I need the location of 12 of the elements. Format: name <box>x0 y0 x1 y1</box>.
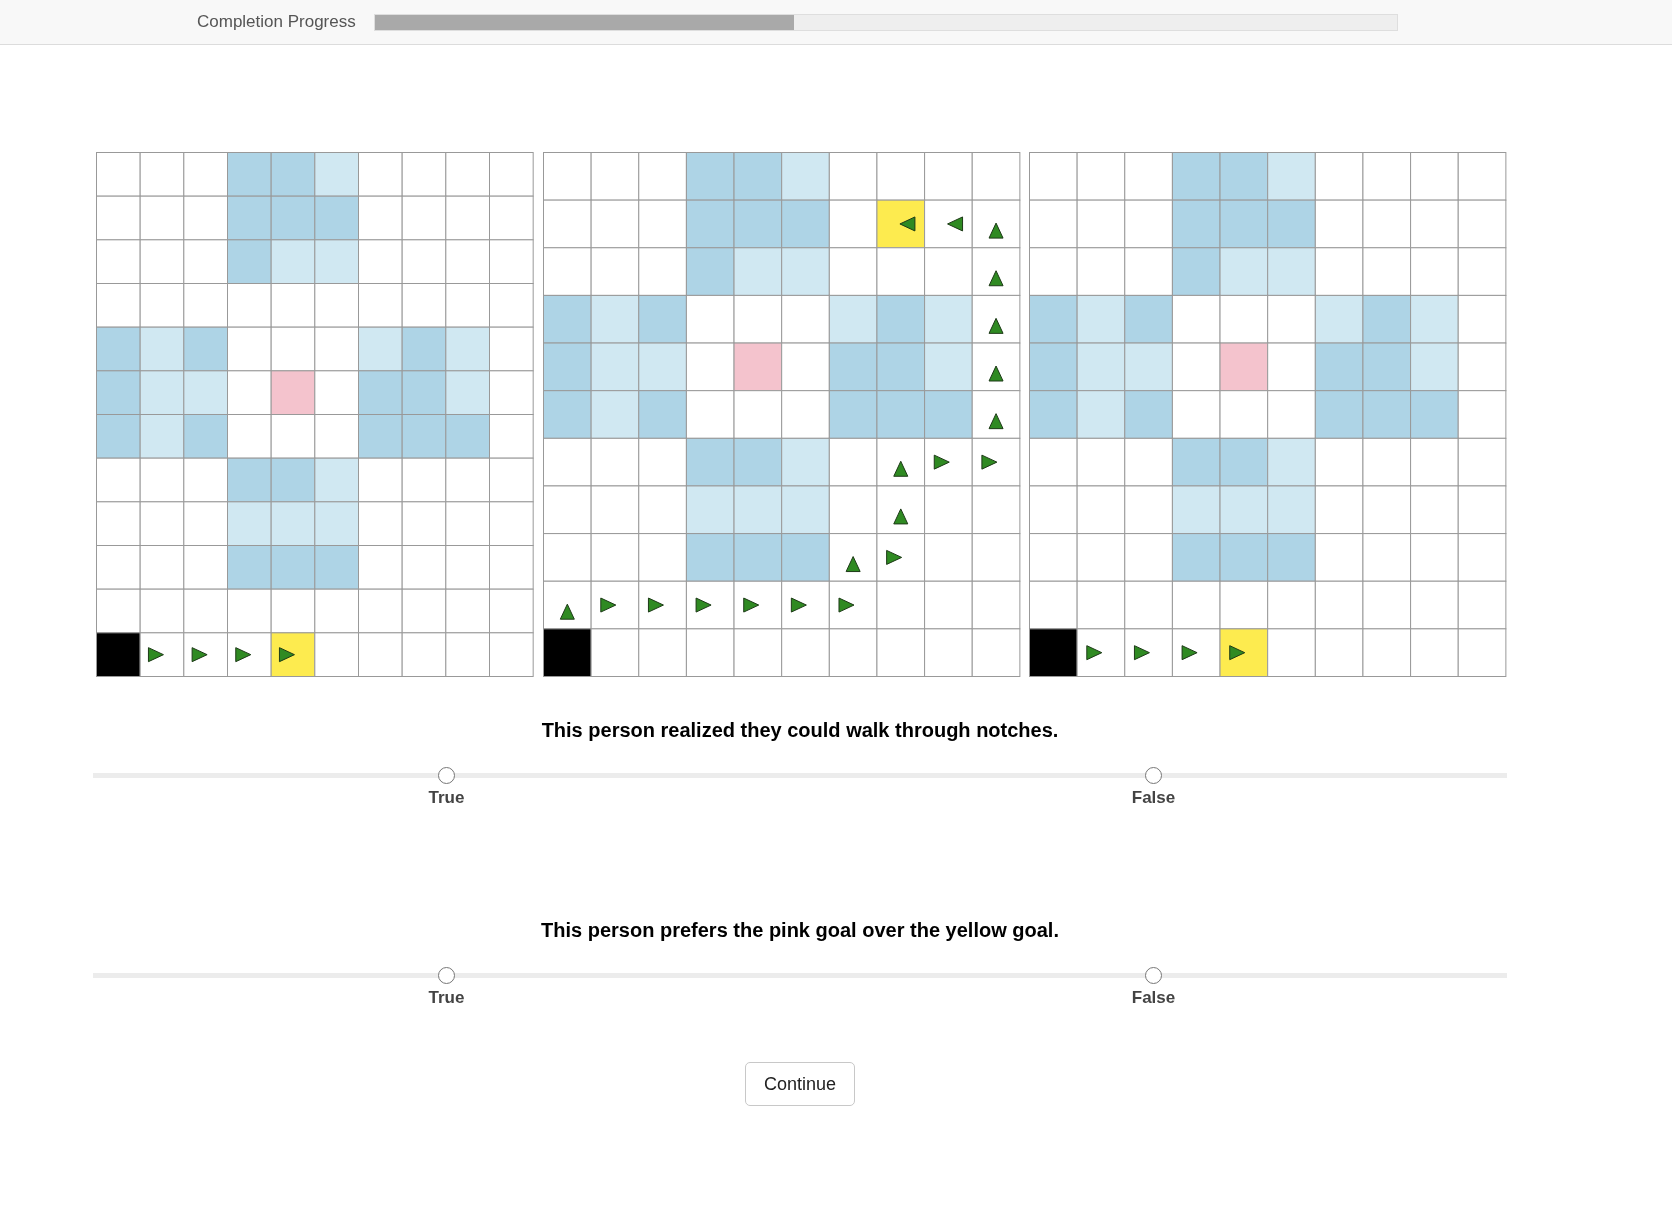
progress-label: Completion Progress <box>197 12 356 32</box>
radio-button[interactable] <box>1145 966 1162 984</box>
radio-button[interactable] <box>1145 766 1162 784</box>
radio-button[interactable] <box>438 766 455 784</box>
radio-button[interactable] <box>438 966 455 984</box>
continue-button[interactable]: Continue <box>744 1062 856 1106</box>
option-label[interactable]: False <box>1131 788 1176 808</box>
question-text: This person prefers the pink goal over the yellow goal. <box>541 919 1059 941</box>
option-label[interactable]: False <box>1131 988 1176 1008</box>
question-text: This person realized they could walk through notches. <box>541 719 1059 741</box>
option-label[interactable]: True <box>428 988 465 1008</box>
option-label[interactable]: True <box>428 788 465 808</box>
